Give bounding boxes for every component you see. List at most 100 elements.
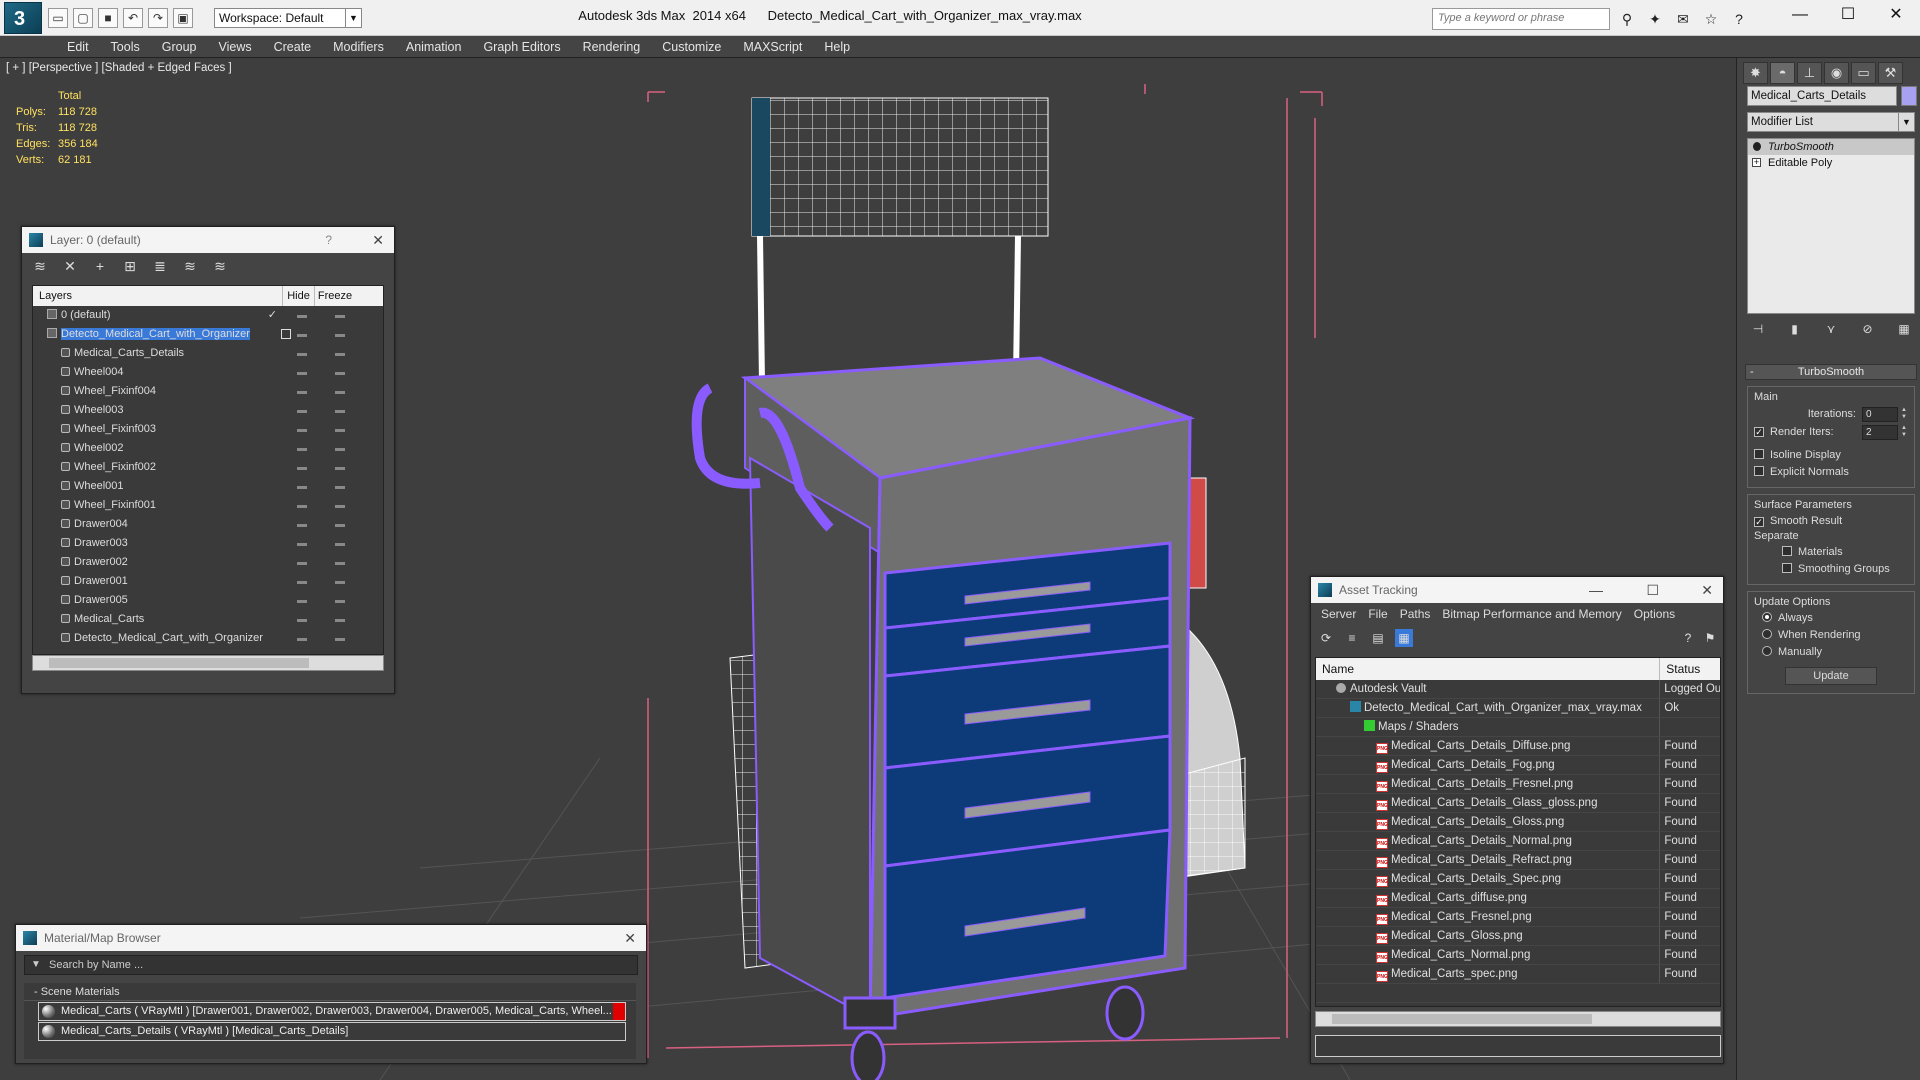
layer-row[interactable]: Detecto_Medical_Cart_with_Organizer ▬ ▬ <box>33 629 383 648</box>
menu-maxscript[interactable]: MAXScript <box>732 36 813 57</box>
close-icon[interactable]: ✕ <box>1872 0 1920 32</box>
material-browser-window[interactable]: Material/Map Browser ✕ ▼ Search by Name … <box>15 924 647 1064</box>
maximize-icon[interactable]: ☐ <box>1646 577 1659 603</box>
asset-tracking-titlebar[interactable]: Asset Tracking — ☐ ✕ <box>1311 577 1723 603</box>
horizontal-scrollbar[interactable] <box>32 655 384 671</box>
help-icon[interactable]: ? <box>1728 8 1750 30</box>
horizontal-scrollbar[interactable] <box>1315 1011 1721 1027</box>
freeze-toggle-icon[interactable]: ▬ <box>321 306 359 325</box>
menu-tools[interactable]: Tools <box>100 36 151 57</box>
hide-toggle-icon[interactable]: ▬ <box>283 629 321 648</box>
hierarchy-tab-icon[interactable]: ⊥ <box>1797 62 1822 84</box>
minimize-icon[interactable]: — <box>1589 577 1603 603</box>
freeze-toggle-icon[interactable]: ▬ <box>321 382 359 401</box>
asset-row[interactable]: PNG Medical_Carts_Details_Normal.png Found <box>1316 832 1720 851</box>
viewport-label[interactable]: [ + ] [Perspective ] [Shaded + Edged Fac… <box>6 62 232 74</box>
asset-row[interactable]: Maps / Shaders <box>1316 718 1720 737</box>
asset-tracking-window[interactable]: Asset Tracking — ☐ ✕ Server File Paths B… <box>1310 576 1724 1064</box>
help-icon[interactable]: ? <box>1679 629 1697 647</box>
freeze-toggle-icon[interactable]: ▬ <box>321 420 359 439</box>
freeze-toggle-icon[interactable]: ▬ <box>321 591 359 610</box>
hide-toggle-icon[interactable]: ▬ <box>283 420 321 439</box>
layer-row[interactable]: Medical_Carts_Details ▬ ▬ <box>33 344 383 363</box>
menu-modifiers[interactable]: Modifiers <box>322 36 395 57</box>
freeze-toggle-icon[interactable]: ▬ <box>321 629 359 648</box>
project-folder-icon[interactable]: ▣ <box>173 8 193 28</box>
manually-radio[interactable] <box>1762 646 1772 656</box>
layer-row[interactable]: 0 (default) ✓ ▬ ▬ <box>33 306 383 325</box>
spinner-arrows-icon[interactable]: ▲ ▼ <box>1900 425 1908 440</box>
asset-menu-paths[interactable]: Paths <box>1394 603 1437 625</box>
set-current-layer-icon[interactable] <box>281 329 291 339</box>
scene-materials-group[interactable]: - Scene Materials <box>24 983 636 1001</box>
asset-row[interactable]: Detecto_Medical_Cart_with_Organizer_max_… <box>1316 699 1720 718</box>
column-layers[interactable]: Layers <box>33 286 283 306</box>
update-button[interactable]: Update <box>1785 667 1877 685</box>
hide-toggle-icon[interactable]: ▬ <box>283 344 321 363</box>
freeze-toggle-icon[interactable]: ▬ <box>321 610 359 629</box>
always-radio[interactable] <box>1762 612 1772 622</box>
material-item[interactable]: Medical_Carts ( VRayMtl ) [Drawer001, Dr… <box>38 1002 626 1021</box>
asset-row[interactable]: PNG Medical_Carts_Details_Fresnel.png Foun… <box>1316 775 1720 794</box>
hide-toggle-icon[interactable]: ▬ <box>283 496 321 515</box>
close-icon[interactable]: ✕ <box>624 925 636 951</box>
asset-menu-options[interactable]: Options <box>1628 603 1681 625</box>
smoothing-groups-checkbox[interactable] <box>1782 563 1792 573</box>
hide-toggle-icon[interactable]: ▬ <box>283 458 321 477</box>
turbosmooth-rollout-header[interactable]: - TurboSmooth <box>1745 364 1917 380</box>
explicit-normals-checkbox[interactable] <box>1754 466 1764 476</box>
asset-row[interactable]: PNG Medical_Carts_Details_Glass_gloss.png… <box>1316 794 1720 813</box>
menu-help[interactable]: Help <box>813 36 861 57</box>
display-tab-icon[interactable]: ▭ <box>1851 62 1876 84</box>
hide-toggle-icon[interactable]: ▬ <box>283 610 321 629</box>
menu-graph-editors[interactable]: Graph Editors <box>472 36 571 57</box>
workspace-dropdown[interactable]: Workspace: Default ▼ <box>214 8 362 28</box>
favorites-star-icon[interactable]: ☆ <box>1700 8 1722 30</box>
create-tab-icon[interactable]: ✸ <box>1743 62 1768 84</box>
when-rendering-radio[interactable] <box>1762 629 1772 639</box>
materials-checkbox[interactable] <box>1782 546 1792 556</box>
hide-toggle-icon[interactable]: ▬ <box>283 534 321 553</box>
asset-row[interactable]: PNG Medical_Carts_Details_Diffuse.png Foun… <box>1316 737 1720 756</box>
redo-icon[interactable]: ↷ <box>148 8 168 28</box>
material-search-input[interactable]: ▼ Search by Name ... <box>24 955 638 975</box>
asset-row[interactable]: Autodesk Vault Logged Out <box>1316 680 1720 699</box>
object-name-field[interactable]: Medical_Carts_Details <box>1747 86 1897 106</box>
hide-toggle-icon[interactable]: ▬ <box>283 572 321 591</box>
freeze-toggle-icon[interactable]: ▬ <box>321 325 359 344</box>
asset-row[interactable]: PNG Medical_Carts_Fresnel.png Found <box>1316 908 1720 927</box>
asset-row[interactable]: PNG Medical_Carts_Details_Fog.png Found <box>1316 756 1720 775</box>
asset-row[interactable]: PNG Medical_Carts_Details_Gloss.png Found <box>1316 813 1720 832</box>
render-iters-spinner[interactable]: 2 <box>1862 424 1898 440</box>
show-end-result-icon[interactable]: ▮ <box>1784 320 1806 338</box>
create-layer-icon[interactable]: ≋ <box>30 257 50 275</box>
new-file-icon[interactable]: ▭ <box>48 8 68 28</box>
asset-row[interactable]: PNG Medical_Carts_Normal.png Found <box>1316 946 1720 965</box>
open-file-icon[interactable]: ▢ <box>73 8 93 28</box>
layer-row[interactable]: Detecto_Medical_Cart_with_Organizer ▬ ▬ <box>33 325 383 344</box>
freeze-toggle-icon[interactable]: ▬ <box>321 553 359 572</box>
layer-row[interactable]: Wheel_Fixinf003 ▬ ▬ <box>33 420 383 439</box>
hide-toggle-icon[interactable]: ▬ <box>283 591 321 610</box>
binoculars-icon[interactable]: ⚲ <box>1616 8 1638 30</box>
hide-toggle-icon[interactable]: ▬ <box>283 553 321 572</box>
hide-toggle-icon[interactable]: ▬ <box>283 515 321 534</box>
freeze-toggle-icon[interactable]: ▬ <box>321 458 359 477</box>
hide-toggle-icon[interactable]: ▬ <box>283 477 321 496</box>
freeze-toggle-icon[interactable]: ▬ <box>321 363 359 382</box>
asset-row[interactable]: PNG Medical_Carts_spec.png Found <box>1316 965 1720 984</box>
column-name[interactable]: Name <box>1316 658 1661 680</box>
current-layer-check-icon[interactable]: ✓ <box>268 306 277 325</box>
asset-row[interactable]: PNG Medical_Carts_diffuse.png Found <box>1316 889 1720 908</box>
layer-row[interactable]: Wheel_Fixinf004 ▬ ▬ <box>33 382 383 401</box>
add-to-layer-icon[interactable]: + <box>90 257 110 275</box>
context-help-icon[interactable]: ⚑ <box>1701 629 1719 647</box>
menu-views[interactable]: Views <box>207 36 262 57</box>
layer-row[interactable]: Wheel_Fixinf002 ▬ ▬ <box>33 458 383 477</box>
select-objects-icon[interactable]: ⊞ <box>120 257 140 275</box>
column-hide[interactable]: Hide <box>283 286 315 306</box>
configure-sets-icon[interactable]: ▦ <box>1893 320 1915 338</box>
utilities-tab-icon[interactable]: ⚒ <box>1878 62 1903 84</box>
communication-icon[interactable]: ✉ <box>1672 8 1694 30</box>
freeze-toggle-icon[interactable]: ▬ <box>321 401 359 420</box>
